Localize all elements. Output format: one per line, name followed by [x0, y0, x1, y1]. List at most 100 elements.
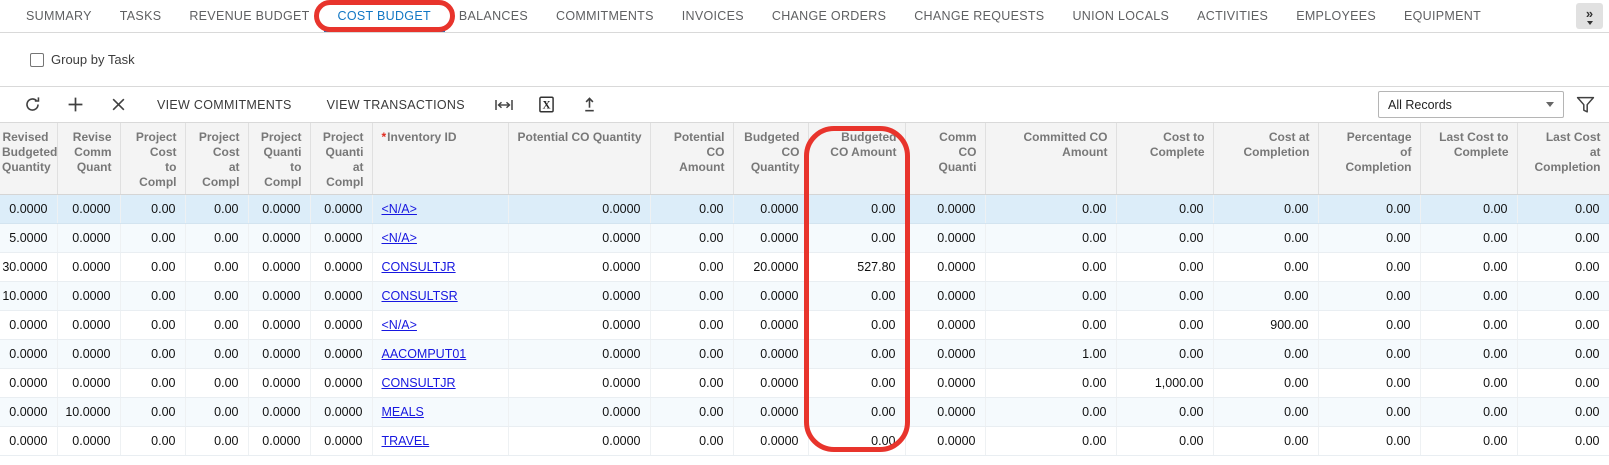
cell-last-cost-at-completion[interactable]: 0.00: [1517, 252, 1609, 281]
cell-revised-budgeted-quantity[interactable]: 0.0000: [0, 339, 57, 368]
cell-potential-co-quantity[interactable]: 0.0000: [508, 194, 650, 223]
upload-button[interactable]: [576, 91, 604, 119]
cell-project-quanti-at-compl[interactable]: 0.0000: [310, 252, 372, 281]
cell-revise-comm-quant[interactable]: 0.0000: [57, 339, 120, 368]
cell-budgeted-co-amount[interactable]: 0.00: [808, 223, 905, 252]
grid-row[interactable]: 0.00000.00000.000.000.00000.0000<N/A>0.0…: [0, 194, 1609, 223]
cell-revise-comm-quant[interactable]: 0.0000: [57, 252, 120, 281]
cell-percentage-of-completion[interactable]: 0.00: [1318, 310, 1420, 339]
tab-employees[interactable]: EMPLOYEES: [1282, 0, 1390, 32]
cell-project-quanti-at-compl[interactable]: 0.0000: [310, 397, 372, 426]
cell-budgeted-co-quantity[interactable]: 0.0000: [733, 223, 808, 252]
cell-project-cost-at-compl[interactable]: 0.00: [185, 252, 248, 281]
cell-project-quanti-to-compl[interactable]: 0.0000: [248, 426, 310, 455]
cell-revise-comm-quant[interactable]: 0.0000: [57, 281, 120, 310]
grid-row[interactable]: 0.000010.00000.000.000.00000.0000MEALS0.…: [0, 397, 1609, 426]
cell-last-cost-at-completion[interactable]: 0.00: [1517, 223, 1609, 252]
column-header-cost-to-complete[interactable]: Cost to Complete: [1116, 123, 1213, 194]
cell-potential-co-amount[interactable]: 0.00: [650, 426, 733, 455]
grid-row[interactable]: 30.00000.00000.000.000.00000.0000CONSULT…: [0, 252, 1609, 281]
cell-project-cost-to-compl[interactable]: 0.00: [120, 223, 185, 252]
cell-revised-budgeted-quantity[interactable]: 0.0000: [0, 194, 57, 223]
cell-inventory-id[interactable]: CONSULTJR: [372, 252, 508, 281]
cell-cost-at-completion[interactable]: 0.00: [1213, 194, 1318, 223]
cell-cost-to-complete[interactable]: 0.00: [1116, 310, 1213, 339]
cell-project-cost-to-compl[interactable]: 0.00: [120, 397, 185, 426]
cell-project-cost-to-compl[interactable]: 0.00: [120, 368, 185, 397]
cell-budgeted-co-quantity[interactable]: 0.0000: [733, 339, 808, 368]
cell-last-cost-at-completion[interactable]: 0.00: [1517, 310, 1609, 339]
cell-last-cost-at-completion[interactable]: 0.00: [1517, 339, 1609, 368]
cell-budgeted-co-quantity[interactable]: 20.0000: [733, 252, 808, 281]
cell-last-cost-to-complete[interactable]: 0.00: [1420, 426, 1517, 455]
inventory-id-link[interactable]: TRAVEL: [382, 434, 430, 448]
cell-potential-co-quantity[interactable]: 0.0000: [508, 310, 650, 339]
cell-comm-co-quanti[interactable]: 0.0000: [905, 368, 985, 397]
cell-last-cost-at-completion[interactable]: 0.00: [1517, 368, 1609, 397]
column-header-revised-budgeted-quantity[interactable]: Revised Budgeted Quantity: [0, 123, 57, 194]
column-header-last-cost-to-complete[interactable]: Last Cost to Complete: [1420, 123, 1517, 194]
cell-budgeted-co-quantity[interactable]: 0.0000: [733, 397, 808, 426]
cell-potential-co-amount[interactable]: 0.00: [650, 339, 733, 368]
cell-revise-comm-quant[interactable]: 0.0000: [57, 194, 120, 223]
cell-revised-budgeted-quantity[interactable]: 30.0000: [0, 252, 57, 281]
cell-last-cost-to-complete[interactable]: 0.00: [1420, 194, 1517, 223]
tab-change-orders[interactable]: CHANGE ORDERS: [758, 0, 900, 32]
filter-settings-button[interactable]: [1576, 96, 1595, 114]
tab-invoices[interactable]: INVOICES: [668, 0, 758, 32]
cell-inventory-id[interactable]: MEALS: [372, 397, 508, 426]
tab-tasks[interactable]: TASKS: [106, 0, 176, 32]
column-header-revise-comm-quant[interactable]: Revise Comm Quant: [57, 123, 120, 194]
cell-potential-co-amount[interactable]: 0.00: [650, 252, 733, 281]
cell-project-quanti-to-compl[interactable]: 0.0000: [248, 281, 310, 310]
cell-comm-co-quanti[interactable]: 0.0000: [905, 310, 985, 339]
column-header-cost-at-completion[interactable]: Cost at Completion: [1213, 123, 1318, 194]
cell-committed-co-amount[interactable]: 0.00: [985, 223, 1116, 252]
cell-comm-co-quanti[interactable]: 0.0000: [905, 223, 985, 252]
cell-last-cost-to-complete[interactable]: 0.00: [1420, 339, 1517, 368]
cell-committed-co-amount[interactable]: 0.00: [985, 252, 1116, 281]
cell-percentage-of-completion[interactable]: 0.00: [1318, 281, 1420, 310]
cell-cost-at-completion[interactable]: 900.00: [1213, 310, 1318, 339]
cell-last-cost-to-complete[interactable]: 0.00: [1420, 252, 1517, 281]
cell-committed-co-amount[interactable]: 0.00: [985, 426, 1116, 455]
cell-budgeted-co-quantity[interactable]: 0.0000: [733, 310, 808, 339]
cell-percentage-of-completion[interactable]: 0.00: [1318, 426, 1420, 455]
cell-potential-co-amount[interactable]: 0.00: [650, 194, 733, 223]
cell-project-quanti-to-compl[interactable]: 0.0000: [248, 397, 310, 426]
cell-comm-co-quanti[interactable]: 0.0000: [905, 252, 985, 281]
cell-project-quanti-to-compl[interactable]: 0.0000: [248, 368, 310, 397]
cell-project-quanti-at-compl[interactable]: 0.0000: [310, 223, 372, 252]
cell-revised-budgeted-quantity[interactable]: 5.0000: [0, 223, 57, 252]
cell-inventory-id[interactable]: AACOMPUT01: [372, 339, 508, 368]
cell-cost-to-complete[interactable]: 1,000.00: [1116, 368, 1213, 397]
cell-project-quanti-at-compl[interactable]: 0.0000: [310, 339, 372, 368]
cell-comm-co-quanti[interactable]: 0.0000: [905, 397, 985, 426]
cell-last-cost-to-complete[interactable]: 0.00: [1420, 368, 1517, 397]
cell-percentage-of-completion[interactable]: 0.00: [1318, 223, 1420, 252]
cell-committed-co-amount[interactable]: 1.00: [985, 339, 1116, 368]
tab-overflow-button[interactable]: »: [1576, 3, 1603, 29]
cell-comm-co-quanti[interactable]: 0.0000: [905, 194, 985, 223]
cell-project-quanti-to-compl[interactable]: 0.0000: [248, 339, 310, 368]
cell-project-quanti-at-compl[interactable]: 0.0000: [310, 194, 372, 223]
cell-project-cost-at-compl[interactable]: 0.00: [185, 281, 248, 310]
cell-cost-at-completion[interactable]: 0.00: [1213, 252, 1318, 281]
cell-potential-co-quantity[interactable]: 0.0000: [508, 281, 650, 310]
refresh-button[interactable]: [18, 91, 46, 119]
cell-project-quanti-at-compl[interactable]: 0.0000: [310, 310, 372, 339]
cell-inventory-id[interactable]: CONSULTJR: [372, 368, 508, 397]
add-row-button[interactable]: [61, 91, 89, 119]
cell-revise-comm-quant[interactable]: 0.0000: [57, 426, 120, 455]
cell-project-quanti-at-compl[interactable]: 0.0000: [310, 281, 372, 310]
cell-last-cost-to-complete[interactable]: 0.00: [1420, 281, 1517, 310]
cell-last-cost-at-completion[interactable]: 0.00: [1517, 426, 1609, 455]
cell-last-cost-at-completion[interactable]: 0.00: [1517, 397, 1609, 426]
cell-project-cost-to-compl[interactable]: 0.00: [120, 252, 185, 281]
cell-budgeted-co-quantity[interactable]: 0.0000: [733, 426, 808, 455]
column-header-project-quanti-to-compl[interactable]: Project Quanti to Compl: [248, 123, 310, 194]
cell-last-cost-to-complete[interactable]: 0.00: [1420, 397, 1517, 426]
grid-row[interactable]: 0.00000.00000.000.000.00000.0000TRAVEL0.…: [0, 426, 1609, 455]
cell-cost-at-completion[interactable]: 0.00: [1213, 281, 1318, 310]
inventory-id-link[interactable]: CONSULTSR: [382, 289, 458, 303]
